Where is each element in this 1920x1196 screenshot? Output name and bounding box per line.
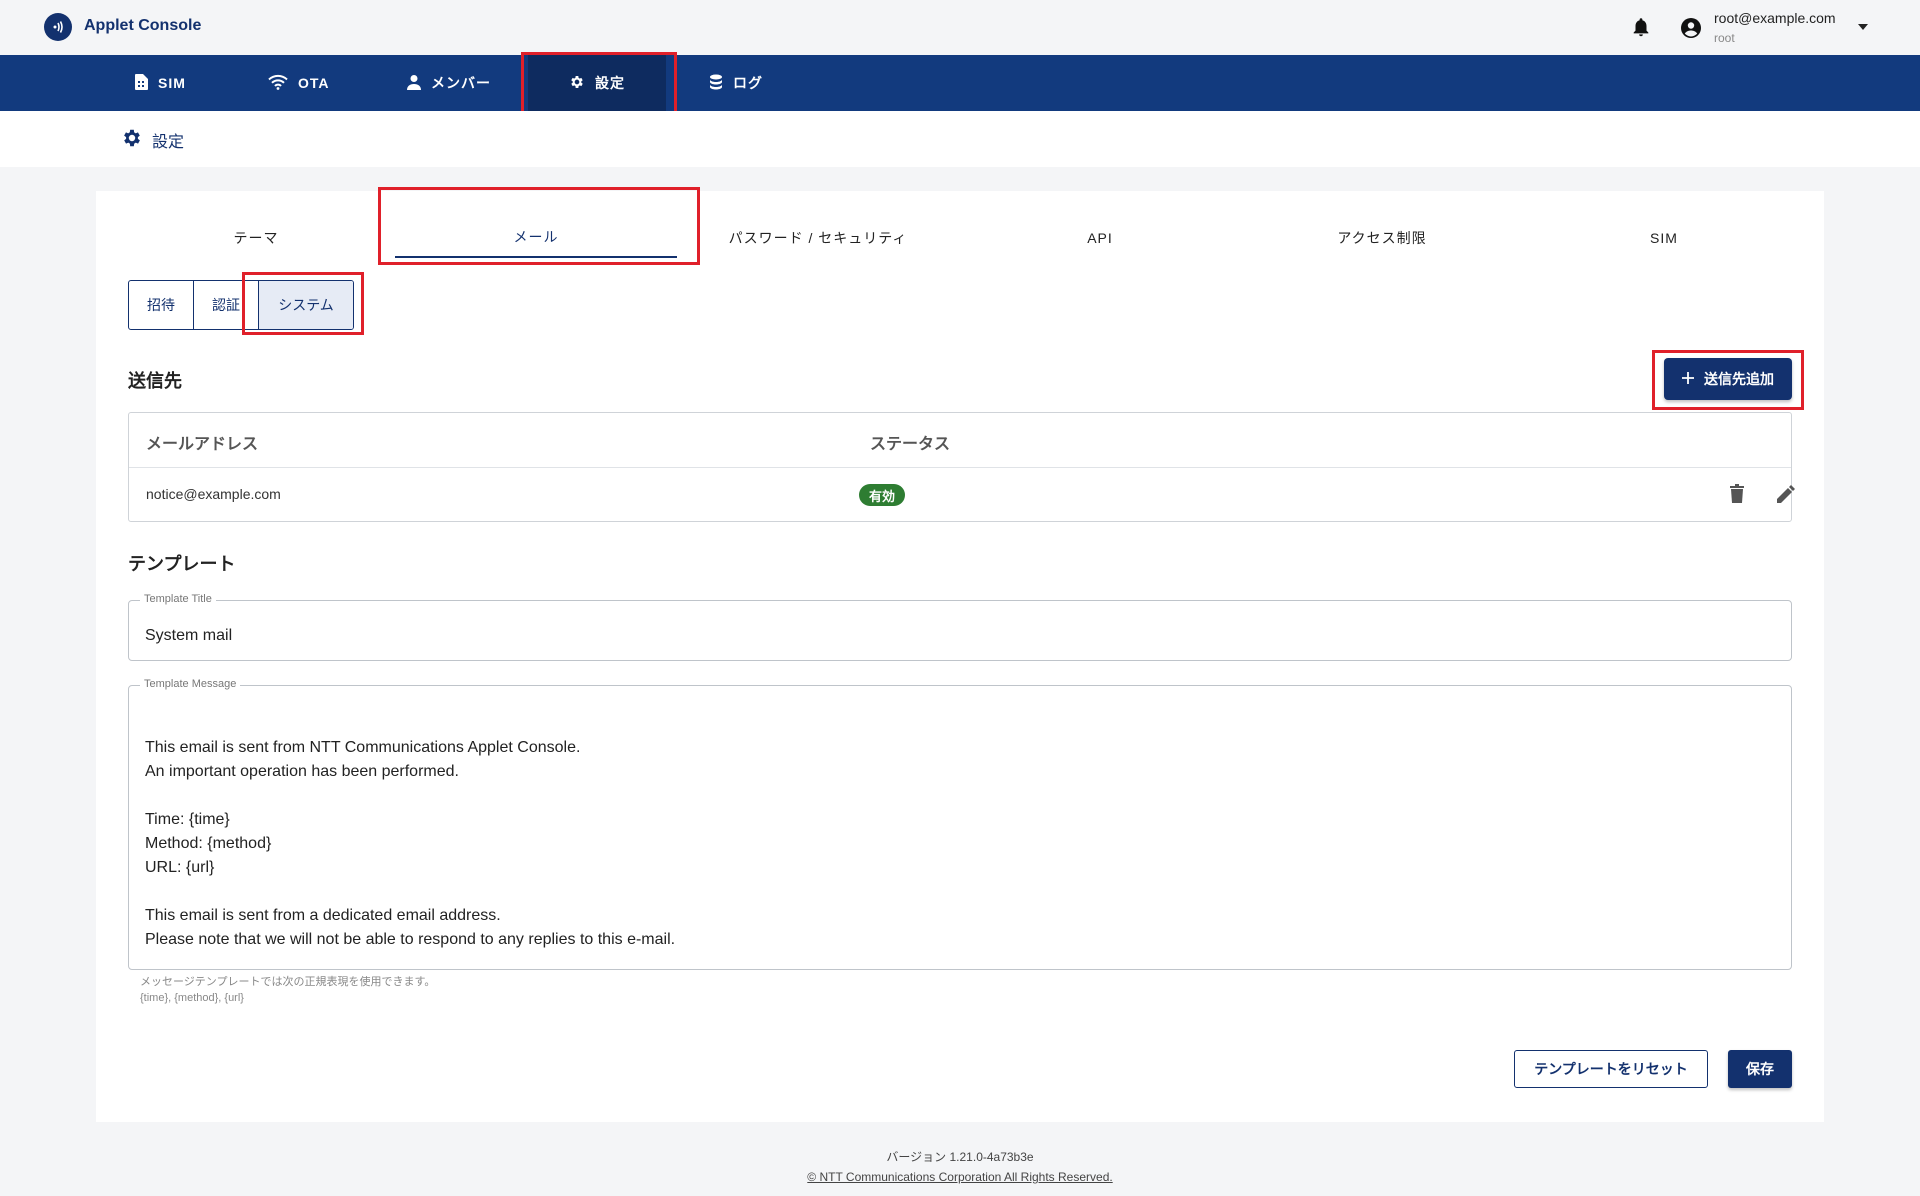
add-recipient-button[interactable]: 送信先追加 <box>1664 358 1792 400</box>
mail-subtabs: 招待 認証 システム <box>128 280 354 330</box>
user-role: root <box>1714 31 1735 45</box>
add-recipient-label: 送信先追加 <box>1704 371 1774 387</box>
tab-sim[interactable]: SIM <box>1523 218 1805 258</box>
tab-theme[interactable]: テーマ <box>96 218 416 258</box>
message-line: Time: {time} <box>145 811 230 828</box>
nav-item-ota[interactable]: OTA <box>268 55 330 111</box>
app-logo-icon[interactable] <box>44 13 72 41</box>
nav-item-label: 設定 <box>595 75 625 91</box>
template-message-textarea[interactable]: This email is sent from NTT Communicatio… <box>145 712 675 952</box>
nav-item-label: SIM <box>158 75 186 91</box>
breadcrumb-label: 設定 <box>152 134 185 151</box>
tab-access-control[interactable]: アクセス制限 <box>1241 218 1523 258</box>
subtab-system[interactable]: システム <box>259 281 353 329</box>
column-header-status: ステータス <box>870 436 951 453</box>
edit-pencil-icon[interactable] <box>1775 483 1795 510</box>
message-line: An important operation has been performe… <box>145 763 459 780</box>
tab-password-security[interactable]: パスワード / セキュリティ <box>677 218 959 258</box>
row-divider <box>129 467 1791 468</box>
template-message-field-label: Template Message <box>140 678 241 690</box>
gear-icon <box>569 74 585 93</box>
settings-card: テーマ メール パスワード / セキュリティ API アクセス制限 SIM 招待… <box>96 191 1824 1122</box>
nav-item-label: ログ <box>733 75 763 91</box>
message-line: URL: {url} <box>145 859 215 876</box>
footer-version: バージョン 1.21.0-4a73b3e <box>886 1150 1034 1164</box>
subtab-auth[interactable]: 認証 <box>194 281 259 329</box>
template-title-field-label: Template Title <box>140 593 216 605</box>
tab-api[interactable]: API <box>959 218 1241 258</box>
main-nav: SIM OTA メンバー 設定 ログ <box>0 55 1920 111</box>
column-header-email: メールアドレス <box>146 436 259 453</box>
reset-template-button[interactable]: テンプレートをリセット <box>1514 1050 1708 1088</box>
footer-copyright-link[interactable]: © NTT Communications Corporation All Rig… <box>0 1170 1920 1184</box>
subtab-invite[interactable]: 招待 <box>129 281 194 329</box>
nav-item-sim[interactable]: SIM <box>134 55 186 111</box>
template-helper-text: メッセージテンプレートでは次の正規表現を使用できます。 <box>140 976 436 988</box>
save-button[interactable]: 保存 <box>1728 1050 1792 1088</box>
recipients-table: メールアドレス ステータス notice@example.com 有効 <box>128 412 1795 522</box>
app-title[interactable]: Applet Console <box>84 17 201 35</box>
notification-bell-icon[interactable] <box>1630 16 1652 43</box>
template-title-field[interactable]: Template Title System mail <box>128 593 1792 661</box>
database-icon <box>709 74 723 93</box>
delete-icon[interactable] <box>1727 483 1747 510</box>
tab-mail[interactable]: メール <box>395 218 677 258</box>
app-header: Applet Console root@example.com root <box>0 0 1920 55</box>
template-title-input[interactable]: System mail <box>145 627 232 645</box>
wifi-icon <box>268 74 288 93</box>
message-line <box>145 880 675 904</box>
nav-item-label: メンバー <box>431 75 491 91</box>
message-line: This email is sent from NTT Communicatio… <box>145 739 581 756</box>
recipients-title: 送信先 <box>128 371 182 391</box>
gear-icon <box>121 127 143 154</box>
nav-item-label: OTA <box>298 75 330 91</box>
user-email[interactable]: root@example.com <box>1714 10 1836 26</box>
recipient-email: notice@example.com <box>146 486 281 502</box>
message-line <box>145 712 675 736</box>
message-line <box>145 784 675 808</box>
template-message-field[interactable]: Template Message This email is sent from… <box>128 678 1792 970</box>
template-title: テンプレート <box>128 554 236 574</box>
account-circle-icon[interactable] <box>1679 16 1703 45</box>
template-helper-variables: {time}, {method}, {url} <box>140 992 244 1004</box>
message-line: Method: {method} <box>145 835 272 852</box>
nav-item-logs[interactable]: ログ <box>709 55 763 111</box>
status-badge: 有効 <box>859 484 906 506</box>
person-icon <box>407 74 421 93</box>
sim-card-icon <box>134 73 148 93</box>
plus-icon <box>1682 371 1694 387</box>
account-menu-caret-icon[interactable] <box>1858 24 1868 30</box>
message-line: Please note that we will not be able to … <box>145 931 676 948</box>
nav-item-settings[interactable]: 設定 <box>528 55 666 111</box>
nav-item-members[interactable]: メンバー <box>407 55 491 111</box>
breadcrumb: 設定 <box>0 111 1920 167</box>
copyright-text[interactable]: © NTT Communications Corporation All Rig… <box>807 1170 1112 1184</box>
message-line: This email is sent from a dedicated emai… <box>145 907 501 924</box>
